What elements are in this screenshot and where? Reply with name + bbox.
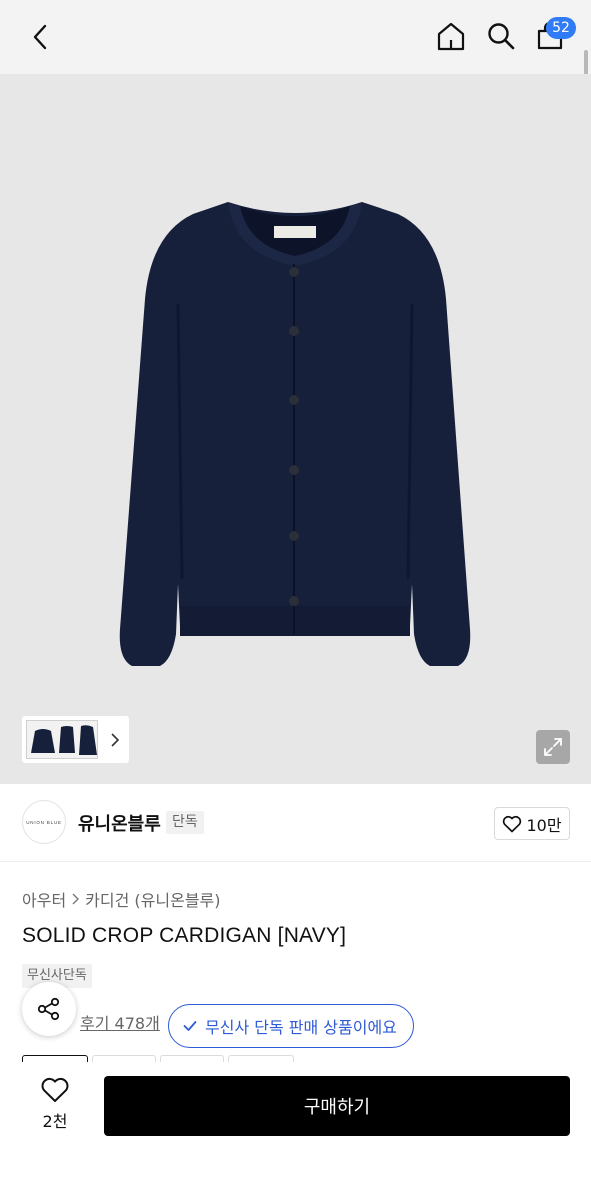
breadcrumb: 아우터 카디건 (유니온블루) [22, 887, 221, 911]
thumbnail-cardigans [31, 725, 97, 755]
brand-row: UNION BLUE 유니온블루 단독 10만 [0, 784, 591, 862]
breadcrumb-item[interactable]: 카디건 (유니온블루) [85, 887, 220, 911]
check-icon [183, 1021, 197, 1031]
heart-icon [503, 815, 522, 832]
exclusive-notice-text: 무신사 단독 판매 상품이에요 [205, 1018, 397, 1037]
brand-logo-text: UNION BLUE [26, 819, 62, 825]
product-title: SOLID CROP CARDIGAN [NAVY] [22, 924, 347, 947]
home-button[interactable] [433, 18, 469, 54]
brand-like-count: 10만 [526, 815, 562, 835]
home-icon [437, 22, 465, 51]
thumbnail-strip[interactable] [22, 716, 129, 763]
heart-icon [41, 1077, 69, 1102]
expand-icon [544, 738, 562, 756]
thumbnail-image[interactable] [26, 720, 98, 759]
search-button[interactable] [483, 18, 519, 54]
brand-name[interactable]: 유니온블루 [78, 810, 161, 836]
chevron-right-icon [111, 732, 119, 747]
share-icon [37, 997, 60, 1021]
wishlist-button[interactable]: 2천 [28, 1076, 82, 1138]
brand-logo[interactable]: UNION BLUE [22, 800, 66, 844]
expand-image-button[interactable] [536, 730, 570, 764]
breadcrumb-item[interactable]: 아우터 [22, 887, 66, 911]
back-icon [33, 24, 47, 50]
review-row: 후기 478개 무신사 단독 판매 상품이에요 [22, 982, 582, 1048]
thumbnail-next-button[interactable] [108, 732, 122, 747]
exclusive-notice-pill[interactable]: 무신사 단독 판매 상품이에요 [168, 1004, 414, 1048]
cardigan-image [119, 202, 471, 666]
product-image[interactable] [0, 74, 591, 784]
review-count-link[interactable]: 후기 478개 [80, 1010, 160, 1034]
search-icon [488, 23, 515, 50]
buy-button[interactable]: 구매하기 [104, 1076, 570, 1136]
bottom-action-bar: 2천 구매하기 [0, 1062, 591, 1200]
brand-like-button[interactable]: 10만 [494, 807, 570, 840]
share-button[interactable] [22, 982, 76, 1036]
wishlist-count: 2천 [42, 1112, 68, 1131]
brand-exclusive-tag: 단독 [166, 811, 204, 834]
cart-count-badge: 52 [546, 17, 576, 39]
top-bar: 52 [0, 0, 591, 74]
back-button[interactable] [26, 20, 54, 54]
chevron-right-icon [72, 893, 80, 905]
